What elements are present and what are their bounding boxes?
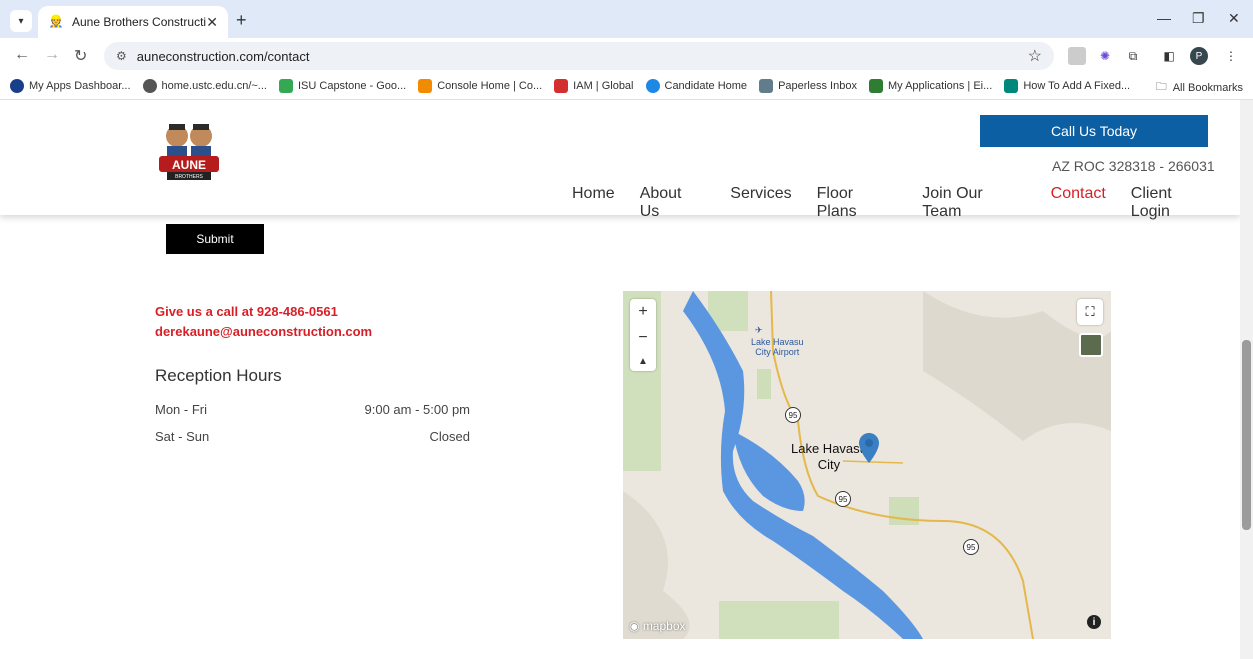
fullscreen-icon[interactable]: ⛶ — [1077, 299, 1103, 325]
window-close-icon[interactable]: ✕ — [1228, 10, 1240, 27]
airport-icon: ✈ — [755, 325, 763, 335]
deere-icon — [868, 78, 883, 93]
iam-icon — [554, 78, 569, 93]
aune-brothers-logo[interactable]: AUNE BROTHERS — [155, 118, 223, 186]
zoom-controls: + − ▲ — [630, 299, 656, 371]
bookmark-favicon-icon — [10, 78, 24, 93]
airport-label: Lake Havasu City Airport — [751, 337, 804, 357]
nav-client-login[interactable]: Client Login — [1131, 185, 1215, 221]
reload-icon[interactable]: ↻ — [74, 46, 87, 66]
new-tab-button[interactable]: + — [236, 10, 247, 31]
mapbox-logo[interactable]: ◉ mapbox — [629, 619, 686, 633]
url-text[interactable]: auneconstruction.com/contact — [137, 49, 310, 64]
main-nav: Home About Us Services Floor Plans Join … — [572, 185, 1240, 221]
svg-text:BROTHERS: BROTHERS — [175, 174, 203, 180]
zoom-out-icon[interactable]: − — [638, 329, 647, 347]
site-info-icon[interactable]: ⚙ — [116, 49, 127, 63]
all-bookmarks-button[interactable]: 🗀 All Bookmarks — [1156, 78, 1243, 97]
hours-row: Sat - Sun Closed — [155, 429, 470, 444]
bookmark-item[interactable]: Paperless Inbox — [759, 78, 857, 93]
location-map[interactable]: + − ▲ ⛶ ✈ Lake Havasu City Airport Lake … — [623, 291, 1111, 639]
scrollbar-thumb[interactable] — [1242, 340, 1251, 530]
candidate-home-icon — [645, 78, 660, 93]
extensions-icon[interactable]: ⧉ — [1124, 47, 1142, 65]
nav-contact[interactable]: Contact — [1051, 185, 1106, 221]
back-arrow-icon[interactable]: ← — [14, 46, 30, 64]
highway-95-badge: 95 — [835, 491, 851, 507]
phone-link[interactable]: Give us a call at 928-486-0561 — [155, 304, 338, 319]
zoom-in-icon[interactable]: + — [638, 303, 647, 321]
hours-time: Closed — [429, 429, 470, 444]
svg-text:AUNE: AUNE — [172, 158, 206, 172]
highway-95-badge: 95 — [963, 539, 979, 555]
bookmark-star-icon[interactable]: ☆ — [1028, 46, 1042, 66]
hours-time: 9:00 am - 5:00 pm — [364, 402, 471, 417]
compass-icon[interactable]: ▲ — [638, 356, 648, 367]
folder-icon: 🗀 — [1155, 81, 1167, 93]
license-number: AZ ROC 328318 - 266031 — [1052, 158, 1215, 174]
extension-icon[interactable] — [1068, 47, 1086, 65]
tab-search-chevron-icon[interactable]: ▾ — [10, 10, 32, 32]
bookmark-item[interactable]: My Applications | Ei... — [868, 78, 992, 93]
web-page: AUNE BROTHERS Call Us Today AZ ROC 32831… — [0, 100, 1240, 659]
address-bar[interactable]: ⚙ auneconstruction.com/contact ☆ — [104, 42, 1054, 70]
bookmark-item[interactable]: Candidate Home — [645, 78, 747, 93]
bookmark-item[interactable]: How To Add A Fixed... — [1004, 78, 1130, 93]
globe-icon — [142, 78, 157, 93]
google-drive-icon — [278, 78, 293, 93]
aune-favicon-icon: 👷 — [48, 14, 64, 28]
email-link[interactable]: derekaune@auneconstruction.com — [155, 324, 372, 339]
browser-tab-bar: ▾ 👷 Aune Brothers Construction ✕ + — ❐ ✕ — [0, 0, 1253, 38]
submit-button[interactable]: Submit — [166, 224, 264, 254]
menu-kebab-icon[interactable]: ⋮ — [1222, 47, 1240, 65]
location-pin-icon[interactable] — [859, 433, 879, 463]
city-label: Lake Havasu City — [791, 441, 867, 472]
call-us-today-button[interactable]: Call Us Today — [980, 115, 1208, 147]
page-scrollbar[interactable] — [1240, 100, 1253, 659]
nav-home[interactable]: Home — [572, 185, 615, 221]
nav-join-our-team[interactable]: Join Our Team — [922, 185, 1025, 221]
nav-about-us[interactable]: About Us — [640, 185, 706, 221]
reception-hours-heading: Reception Hours — [155, 366, 282, 385]
hours-row: Mon - Fri 9:00 am - 5:00 pm — [155, 402, 470, 417]
profile-avatar[interactable]: P — [1190, 47, 1208, 65]
minimize-icon[interactable]: — — [1157, 10, 1171, 26]
active-tab[interactable]: 👷 Aune Brothers Construction ✕ — [38, 6, 228, 38]
site-header: AUNE BROTHERS Call Us Today AZ ROC 32831… — [0, 100, 1240, 220]
nav-floor-plans[interactable]: Floor Plans — [817, 185, 898, 221]
forward-arrow-icon[interactable]: → — [44, 46, 60, 64]
hours-days: Sat - Sun — [155, 429, 210, 444]
tab-close-icon[interactable]: ✕ — [206, 14, 218, 31]
bookmark-item[interactable]: My Apps Dashboar... — [10, 78, 131, 93]
bookmark-item[interactable]: home.ustc.edu.cn/~... — [142, 78, 267, 93]
satellite-toggle-icon[interactable] — [1079, 333, 1103, 357]
map-canvas[interactable] — [623, 291, 1111, 639]
nav-services[interactable]: Services — [730, 185, 791, 221]
bookmark-item[interactable]: IAM | Global — [554, 78, 634, 93]
tab-title: Aune Brothers Construction — [72, 15, 207, 29]
hours-days: Mon - Fri — [155, 402, 207, 417]
bookmark-item[interactable]: ISU Capstone - Goo... — [278, 78, 406, 93]
side-panel-icon[interactable]: ◧ — [1160, 47, 1178, 65]
bookmarks-bar: My Apps Dashboar... home.ustc.edu.cn/~..… — [0, 72, 1253, 100]
highway-95-badge: 95 — [785, 407, 801, 423]
info-icon[interactable]: i — [1087, 615, 1101, 629]
browser-toolbar: ← → ↻ ⚙ auneconstruction.com/contact ☆ ✺… — [0, 38, 1253, 72]
paperless-icon — [759, 78, 774, 93]
extension-puzzle-flower-icon[interactable]: ✺ — [1096, 47, 1114, 65]
bookmark-item[interactable]: Console Home | Co... — [418, 78, 542, 93]
aws-cube-icon — [418, 78, 433, 93]
restore-icon[interactable]: ❐ — [1192, 10, 1205, 27]
stackoverflow-icon — [1004, 78, 1019, 93]
